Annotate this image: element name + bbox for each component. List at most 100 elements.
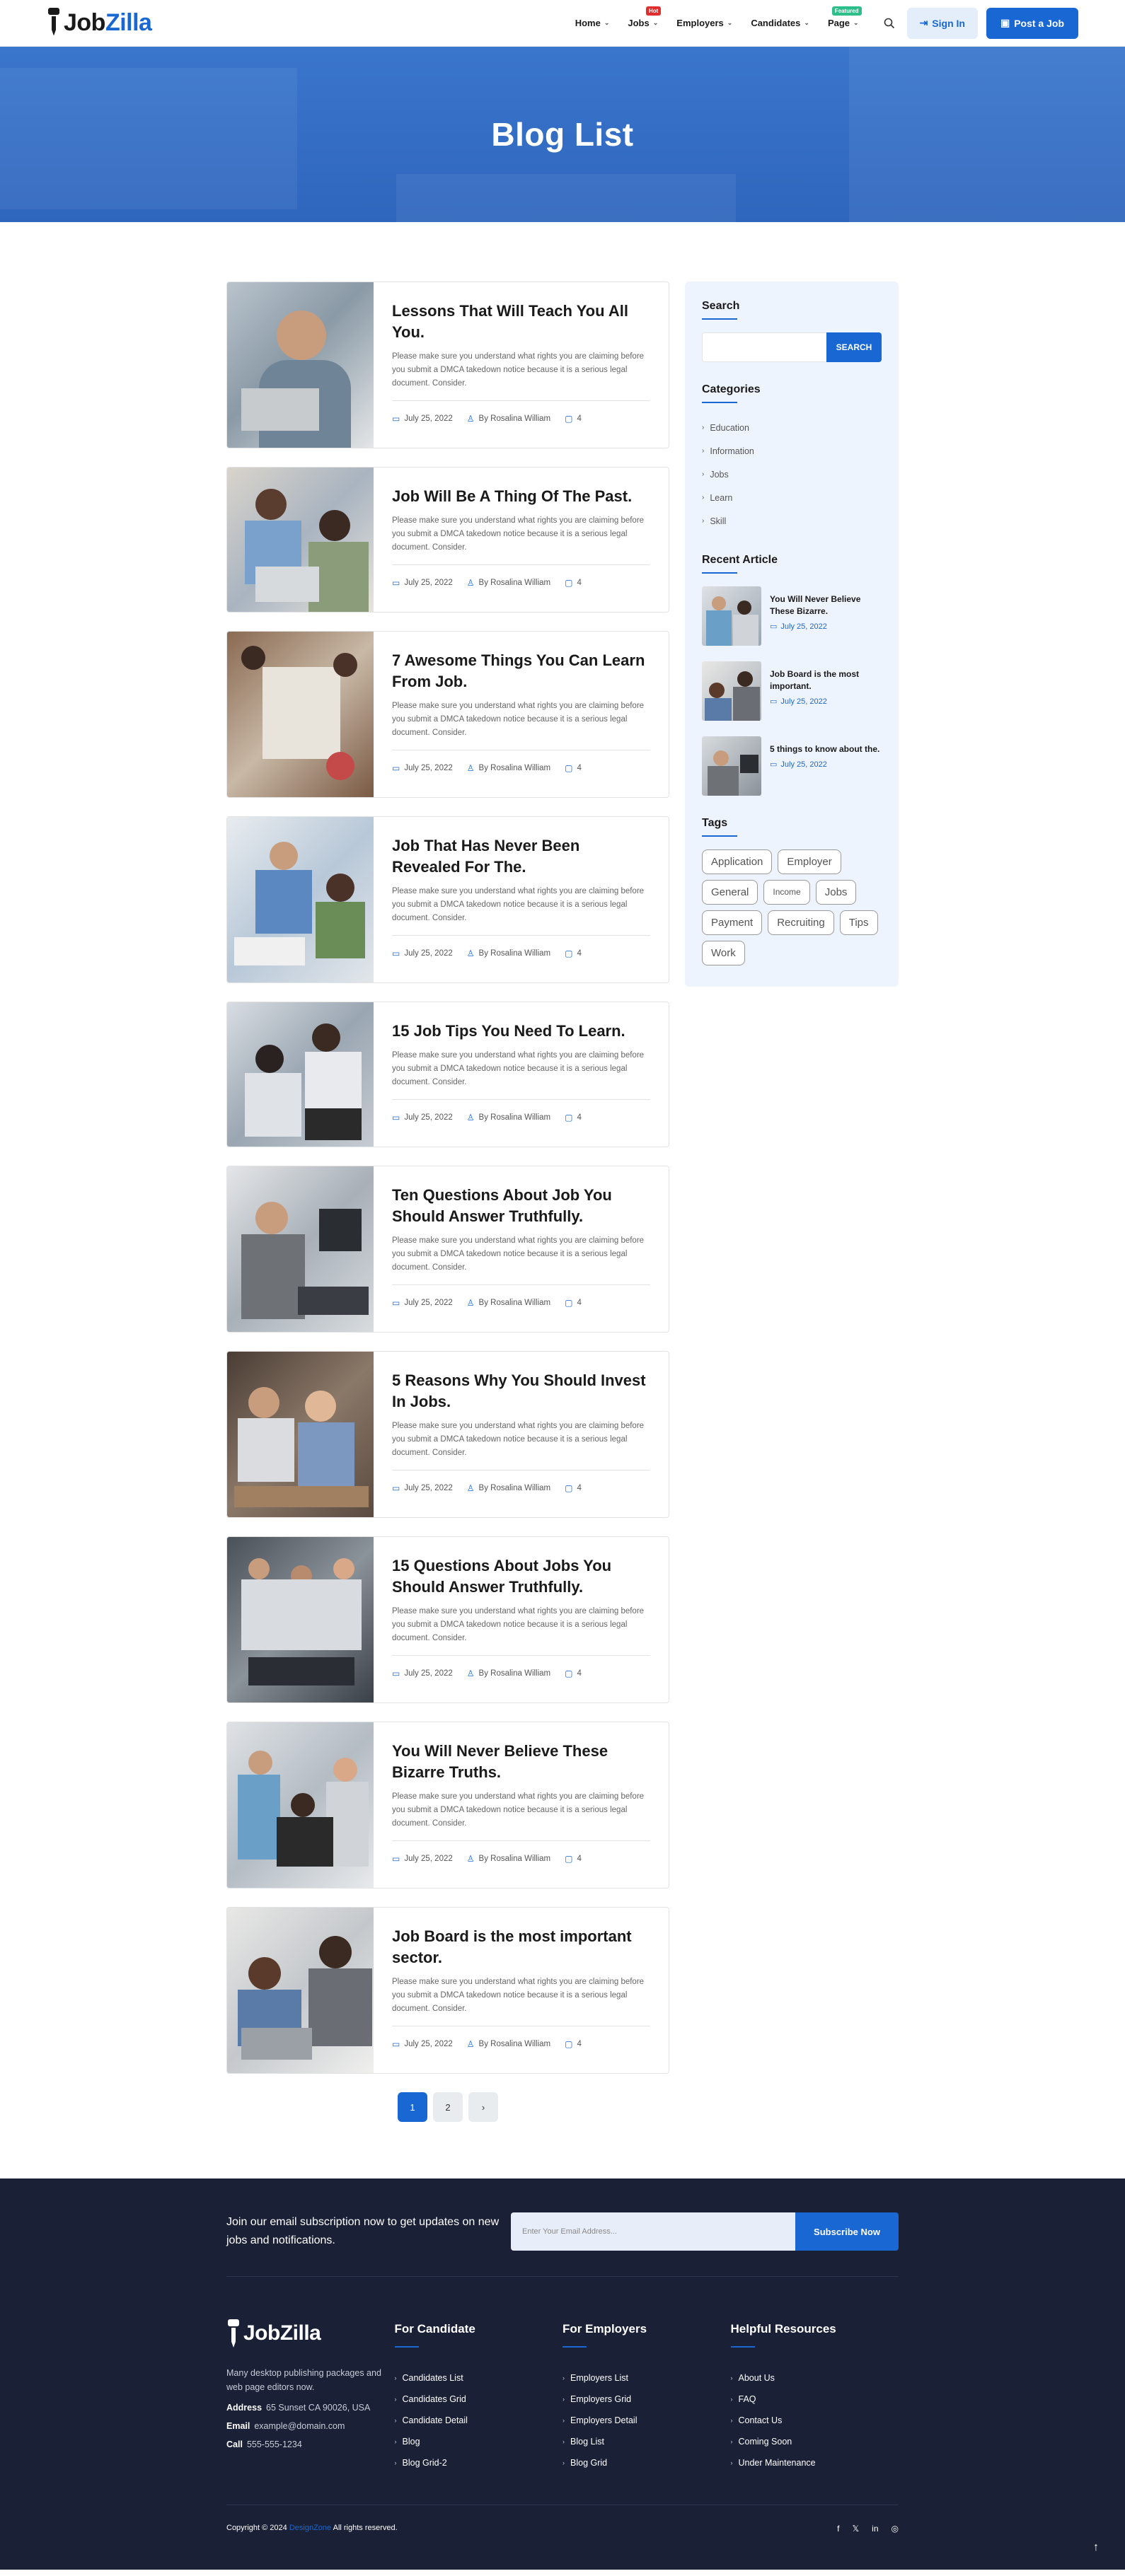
post-author[interactable]: By Rosalina William (479, 949, 551, 958)
post-comments[interactable]: 4 (577, 1855, 581, 1863)
post-comments[interactable]: 4 (577, 1484, 581, 1492)
twitter-icon[interactable]: 𝕏 (853, 2524, 860, 2534)
nav-jobs[interactable]: Hot Jobs ⌄ (628, 6, 662, 28)
tag-income[interactable]: Income (763, 880, 810, 905)
post-title[interactable]: 15 Job Tips You Need To Learn. (392, 1021, 650, 1042)
recent-article[interactable]: Job Board is the most important. ▭ July 2… (702, 661, 882, 721)
footer-link[interactable]: › Contact Us (731, 2410, 899, 2431)
post-image[interactable] (227, 1166, 374, 1332)
post-comments[interactable]: 4 (577, 949, 581, 958)
post-title[interactable]: You Will Never Believe These Bizarre Tru… (392, 1741, 650, 1783)
next-page-button[interactable]: › (468, 2092, 498, 2122)
category-jobs[interactable]: › Jobs (702, 463, 882, 486)
footer-link[interactable]: › About Us (731, 2367, 899, 2389)
category-learn[interactable]: › Learn (702, 486, 882, 509)
post-comments[interactable]: 4 (577, 1669, 581, 1678)
scroll-to-top-icon[interactable]: ↑ (1087, 2539, 1105, 2557)
footer-link[interactable]: › Candidate Detail (395, 2410, 563, 2431)
post-title[interactable]: Job Board is the most important sector. (392, 1926, 650, 1968)
post-title[interactable]: 5 Reasons Why You Should Invest In Jobs. (392, 1370, 650, 1412)
post-comments[interactable]: 4 (577, 1299, 581, 1307)
nav-employers[interactable]: Employers ⌄ (676, 18, 732, 28)
nav-candidates[interactable]: Candidates ⌄ (751, 18, 809, 28)
footer-link[interactable]: › Blog List (562, 2431, 731, 2452)
post-comments[interactable]: 4 (577, 1113, 581, 1122)
post-comments[interactable]: 4 (577, 414, 581, 423)
post-image[interactable] (227, 468, 374, 612)
search-icon[interactable] (880, 14, 899, 33)
post-image[interactable] (227, 817, 374, 982)
recent-article[interactable]: 5 things to know about the. ▭ July 25, 20… (702, 736, 882, 796)
subscribe-button[interactable]: Subscribe Now (795, 2212, 899, 2251)
tag-employer[interactable]: Employer (778, 849, 841, 874)
post-author[interactable]: By Rosalina William (479, 1299, 551, 1307)
footer-link[interactable]: › Coming Soon (731, 2431, 899, 2452)
tag-payment[interactable]: Payment (702, 910, 763, 935)
linkedin-icon[interactable]: in (872, 2524, 878, 2534)
post-image[interactable] (227, 1722, 374, 1888)
post-job-button[interactable]: ▣ Post a Job (986, 7, 1078, 39)
recent-article[interactable]: You Will Never Believe These Bizarre. ▭ J… (702, 586, 882, 646)
post-title[interactable]: 7 Awesome Things You Can Learn From Job. (392, 650, 650, 692)
subscribe-email-input[interactable]: Enter Your Email Address... (511, 2212, 795, 2251)
category-skill[interactable]: › Skill (702, 509, 882, 533)
tag-jobs[interactable]: Jobs (815, 880, 857, 905)
post-title[interactable]: Job That Has Never Been Revealed For The… (392, 835, 650, 878)
post-author[interactable]: By Rosalina William (479, 2040, 551, 2048)
footer-link[interactable]: › Employers Detail (562, 2410, 731, 2431)
footer-link[interactable]: › Employers List (562, 2367, 731, 2389)
post-image[interactable] (227, 1908, 374, 2073)
footer-link[interactable]: › Blog Grid (562, 2452, 731, 2473)
post-title[interactable]: 15 Questions About Jobs You Should Answe… (392, 1555, 650, 1598)
nav-page[interactable]: Featured Page ⌄ (828, 6, 862, 28)
tag-recruiting[interactable]: Recruiting (768, 910, 834, 935)
footer-link[interactable]: › Candidates List (395, 2367, 563, 2389)
post-title[interactable]: Lessons That Will Teach You All You. (392, 301, 650, 343)
footer-link[interactable]: › Under Maintenance (731, 2452, 899, 2473)
tag-application[interactable]: Application (702, 849, 773, 874)
post-author[interactable]: By Rosalina William (479, 1113, 551, 1122)
footer-link[interactable]: › FAQ (731, 2389, 899, 2410)
post-comments[interactable]: 4 (577, 579, 581, 587)
page-2-button[interactable]: 2 (433, 2092, 463, 2122)
post-author[interactable]: By Rosalina William (479, 1855, 551, 1863)
post-image[interactable] (227, 1537, 374, 1702)
recent-article-image[interactable] (702, 586, 761, 646)
site-logo[interactable]: JobZilla (47, 7, 152, 39)
post-image[interactable] (227, 632, 374, 797)
facebook-icon[interactable]: f (837, 2524, 839, 2534)
nav-home[interactable]: Home ⌄ (575, 18, 610, 28)
recent-article-image[interactable] (702, 736, 761, 796)
tag-work[interactable]: Work (702, 941, 745, 965)
recent-article-title[interactable]: 5 things to know about the. (770, 743, 879, 755)
footer-link[interactable]: › Blog (395, 2431, 563, 2452)
brand-link[interactable]: DesignZone (289, 2524, 331, 2532)
page-1-button[interactable]: 1 (398, 2092, 427, 2122)
post-comments[interactable]: 4 (577, 764, 581, 772)
post-title[interactable]: Ten Questions About Job You Should Answe… (392, 1185, 650, 1227)
recent-article-image[interactable] (702, 661, 761, 721)
footer-link[interactable]: › Blog Grid-2 (395, 2452, 563, 2473)
post-image[interactable] (227, 1352, 374, 1517)
recent-article-title[interactable]: Job Board is the most important. (770, 668, 882, 692)
post-author[interactable]: By Rosalina William (479, 764, 551, 772)
category-education[interactable]: › Education (702, 416, 882, 439)
footer-link[interactable]: › Employers Grid (562, 2389, 731, 2410)
post-title[interactable]: Job Will Be A Thing Of The Past. (392, 486, 650, 507)
post-author[interactable]: By Rosalina William (479, 1484, 551, 1492)
post-comments[interactable]: 4 (577, 2040, 581, 2048)
tag-general[interactable]: General (702, 880, 758, 905)
sign-in-button[interactable]: ⇥ Sign In (906, 7, 978, 39)
post-image[interactable] (227, 282, 374, 448)
post-image[interactable] (227, 1002, 374, 1147)
recent-article-title[interactable]: You Will Never Believe These Bizarre. (770, 593, 882, 617)
category-information[interactable]: › Information (702, 439, 882, 463)
post-author[interactable]: By Rosalina William (479, 1669, 551, 1678)
post-author[interactable]: By Rosalina William (479, 414, 551, 423)
tag-tips[interactable]: Tips (839, 910, 878, 935)
search-input[interactable] (702, 332, 826, 362)
footer-logo[interactable]: JobZilla (226, 2319, 395, 2348)
search-button[interactable]: SEARCH (826, 332, 882, 362)
post-author[interactable]: By Rosalina William (479, 579, 551, 587)
instagram-icon[interactable]: ◎ (892, 2524, 899, 2534)
